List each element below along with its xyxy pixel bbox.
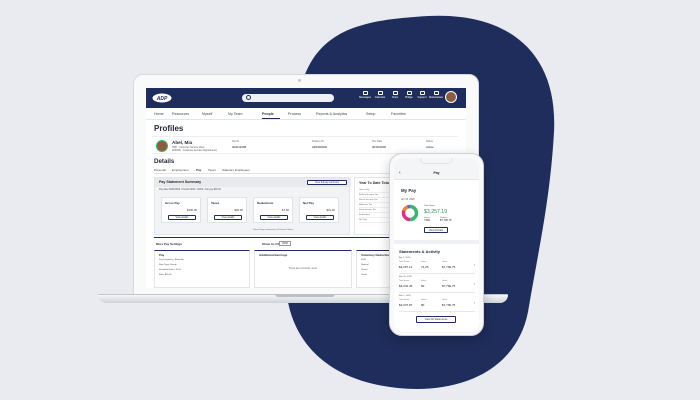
nav-home[interactable]: Home (154, 112, 164, 116)
more-pay-settings-label[interactable]: More Pay Settings (156, 242, 182, 246)
nav-favorites[interactable]: Favorites (391, 112, 406, 116)
chevron-right-icon: › (473, 281, 475, 286)
deduction-line[interactable]: Vision (361, 274, 367, 276)
pay-line: Pay Frequency: Biweekly (159, 259, 184, 261)
additional-earnings-panel: Additional Earnings There are currently … (254, 250, 352, 288)
net-pay-view-details-button[interactable]: View details (306, 215, 334, 220)
pay-line: Rate Type: Hourly (159, 264, 177, 266)
ytd-title: Year To Date Totals (359, 181, 392, 185)
support-icon-button[interactable]: Support (415, 91, 429, 99)
pay-date: Apr 15, 2020 (401, 198, 415, 201)
phone-notch (420, 158, 453, 164)
deduction-line[interactable]: Medical (361, 264, 369, 266)
team-icon-button[interactable]: Team (388, 91, 402, 99)
tab-personal[interactable]: Personal (154, 168, 166, 172)
tab-statutory[interactable]: Statutory Employees (222, 168, 250, 172)
nav-reports[interactable]: Reports & Analytics (316, 112, 347, 116)
messages-icon-button[interactable]: Messages (358, 91, 372, 99)
profile-status: Status Active (426, 140, 434, 149)
user-avatar[interactable] (445, 91, 457, 103)
profile-position-id: Position ID HDP000000 (312, 140, 328, 149)
net-pay-card: Net Pay $31.46 View details (299, 197, 339, 223)
pay-line: Rate: $00.00 (159, 274, 172, 276)
nav-active-indicator (262, 118, 280, 119)
profile-name[interactable]: Abel, Mia (172, 140, 192, 145)
pay-summary-meta: Pay date 00/00/0000 • Period 00/00 - 00/… (159, 189, 221, 191)
top-navigation-bar: ADP Messages Calendar Team Bridge Suppor… (146, 88, 466, 108)
view-details-button[interactable]: View Details (424, 227, 448, 233)
tab-pay[interactable]: Pay (196, 168, 201, 172)
pay-summary-pagination[interactable]: View all pay statements ◂ Previous Next … (253, 228, 294, 231)
laptop-notch (275, 294, 335, 297)
profile-avatar (156, 140, 168, 152)
additional-earnings-title: Additional Earnings (259, 253, 288, 257)
pay-panel: Pay Pay Frequency: Biweekly Rate Type: H… (154, 250, 250, 288)
deduction-line[interactable]: 401K (361, 259, 366, 261)
profile-file-id: File ID 000012098 (232, 140, 246, 149)
chevron-right-icon: › (473, 300, 475, 305)
profile-header: Abel, Mia HRP - Customer Service Clerk A… (152, 136, 458, 154)
my-pay-title: My Pay (401, 188, 417, 193)
svg-text:ADP: ADP (156, 96, 168, 102)
deductions-view-details-button[interactable]: View details (260, 215, 288, 220)
details-title: Details (154, 158, 175, 165)
nav-myself[interactable]: Myself (202, 112, 212, 116)
deductions-card: Deductions $7.50 View details (253, 197, 293, 223)
main-nav: Home Resources Myself My Team People Pro… (146, 108, 466, 120)
profile-hire-date: Hire Date 00/00/0000 (372, 140, 386, 149)
statement-item[interactable]: Mar 1, 2020 Take Home Hours Gross $3,037.8… (399, 295, 475, 312)
nav-people[interactable]: People (262, 112, 274, 116)
deduction-line[interactable]: Dental (361, 269, 367, 271)
pay-summary-title: Pay Statement Summary (159, 180, 202, 184)
statements-title: Statements & Activity (399, 249, 440, 254)
empty-state-message: There are currently none. (288, 267, 318, 270)
statement-item[interactable]: Mar 15, 2020 Take Home Hours Gross $3,032.… (399, 276, 475, 293)
phone-header-title: Pay (433, 171, 440, 175)
profile-department: AHKXW - Customer Service (Department) (172, 149, 217, 152)
gross-summary: Gross 7309 (424, 217, 430, 222)
gross-pay-card: Gross Pay $100.00 View details (161, 197, 201, 223)
search-icon (246, 95, 251, 100)
search-input[interactable] (242, 94, 334, 102)
take-home-amount: $3,257.19 (424, 209, 448, 215)
view-full-pay-summary-button[interactable]: View full pay summary (307, 179, 347, 185)
pay-panel-title: Pay (159, 253, 165, 257)
chevron-right-icon: › (473, 262, 475, 267)
phone-device: ‹ Pay My Pay Apr 15, 2020 Take Home $3,2… (389, 153, 484, 336)
bridge-icon-button[interactable]: Bridge (402, 91, 416, 99)
nav-my-team[interactable]: My Team (228, 112, 243, 116)
calendar-icon-button[interactable]: Calendar (373, 91, 387, 99)
voluntary-deductions-title: Voluntary Deductions (361, 253, 392, 257)
take-home-label: Take Home (424, 205, 436, 207)
taxes-card: Taxes $20.00 View details (207, 197, 247, 223)
pay-breakdown-donut (401, 204, 419, 222)
adp-logo[interactable]: ADP (152, 93, 172, 103)
nav-resources[interactable]: Resources (172, 112, 189, 116)
deductions-summary: Deduct. $7,790.75 (440, 217, 452, 222)
pay-line: Standard Hours: 40.00 (159, 269, 182, 271)
nav-setup[interactable]: Setup (366, 112, 375, 116)
tab-employment[interactable]: Employment (172, 168, 189, 172)
show-as-of-label: Show As Of (262, 242, 279, 246)
pay-statement-summary: Pay Statement Summary View full pay summ… (154, 177, 351, 235)
marketplace-icon-button[interactable]: Marketplace (429, 91, 443, 99)
page-title: Profiles (154, 124, 184, 133)
view-all-statements-button[interactable]: View All Statements (416, 316, 456, 323)
laptop-camera (298, 79, 301, 82)
statement-item[interactable]: Apr 1, 2020 Take Home Hours Gross $3,037.1… (399, 257, 475, 274)
phone-header: ‹ Pay (394, 158, 479, 180)
tab-taxes[interactable]: Taxes (208, 168, 216, 172)
section-divider (394, 240, 479, 244)
show-as-of-select[interactable]: 00/00 (279, 241, 291, 246)
gross-pay-view-details-button[interactable]: View details (168, 215, 196, 220)
taxes-view-details-button[interactable]: View details (214, 215, 242, 220)
phone-screen: ‹ Pay My Pay Apr 15, 2020 Take Home $3,2… (394, 158, 479, 331)
nav-process[interactable]: Process (288, 112, 301, 116)
